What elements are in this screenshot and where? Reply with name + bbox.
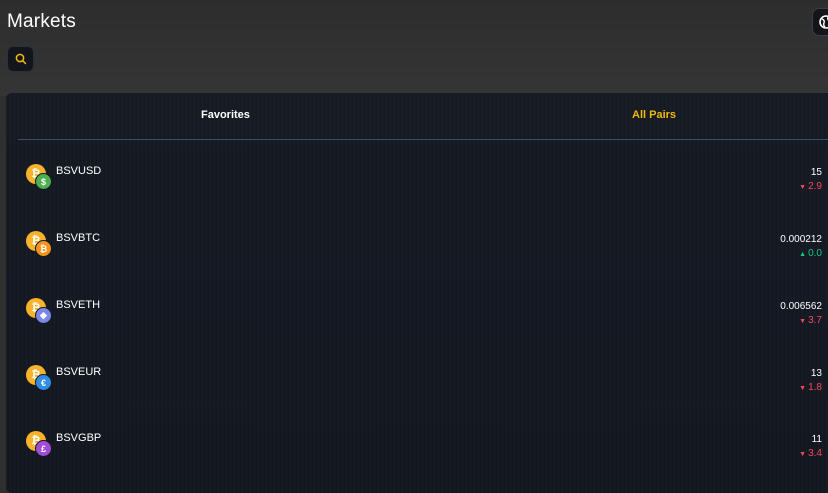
page-title: Markets (7, 11, 76, 32)
change-value: 3.7 (808, 315, 822, 326)
language-button[interactable] (812, 8, 828, 36)
market-row-bsvusd[interactable]: ₿ $ BSVUSD 15 ▼ 2.9 (26, 164, 828, 204)
caret-down-icon: ▼ (799, 184, 807, 191)
tab-favorites[interactable]: Favorites (201, 109, 250, 121)
market-row-bsveth[interactable]: ₿ ◆ BSVETH 0.006562 ▼ 3.7 (26, 298, 828, 338)
tab-all-pairs[interactable]: All Pairs (632, 109, 676, 121)
caret-down-icon: ▼ (799, 318, 807, 325)
pair-price: 0.000212 (780, 234, 822, 245)
bitcoin-icon: ₿ (35, 240, 52, 257)
search-icon (15, 53, 26, 65)
pair-change: ▼ 2.9 (799, 181, 822, 192)
change-value: 1.8 (808, 382, 822, 393)
market-row-bsveur[interactable]: ₿ € BSVEUR 13 ▼ 1.8 (26, 365, 828, 405)
pair-price: 15 (810, 167, 822, 178)
globe-icon (819, 15, 828, 29)
dollar-icon: $ (35, 173, 52, 190)
market-row-bsvgbp[interactable]: ₿ £ BSVGBP 11 ▼ 3.4 (26, 431, 828, 471)
ethereum-icon: ◆ (35, 307, 52, 324)
pair-price: 11 (811, 434, 822, 445)
pair-price: 13 (810, 368, 822, 379)
pair-price: 0.006562 (780, 301, 822, 312)
pair-change: ▼ 1.8 (799, 382, 822, 393)
pair-name: BSVBTC (56, 232, 101, 244)
pair-name: BSVEUR (56, 366, 102, 378)
pair-name: BSVUSD (56, 165, 102, 177)
caret-down-icon: ▼ (799, 385, 807, 392)
pair-name: BSVETH (56, 299, 101, 311)
pair-change: ▼ 3.7 (799, 315, 822, 326)
change-value: 2.9 (808, 181, 822, 192)
pair-change: ▲ 0.0 (799, 248, 822, 259)
market-row-bsvbtc[interactable]: ₿ ₿ BSVBTC 0.000212 ▲ 0.0 (26, 231, 828, 271)
pound-icon: £ (35, 440, 52, 457)
pair-name: BSVGBP (56, 432, 102, 444)
header (0, 0, 828, 96)
caret-up-icon: ▲ (799, 251, 807, 258)
market-tabs: Favorites All Pairs (18, 93, 828, 140)
change-value: 3.4 (808, 448, 822, 459)
change-value: 0.0 (808, 248, 822, 259)
pair-change: ▼ 3.4 (799, 448, 822, 459)
search-button[interactable] (7, 46, 34, 72)
markets-panel: Favorites All Pairs ₿ $ BSVUSD 15 ▼ 2.9 ₿… (6, 93, 828, 493)
caret-down-icon: ▼ (799, 451, 807, 458)
euro-icon: € (35, 374, 52, 391)
